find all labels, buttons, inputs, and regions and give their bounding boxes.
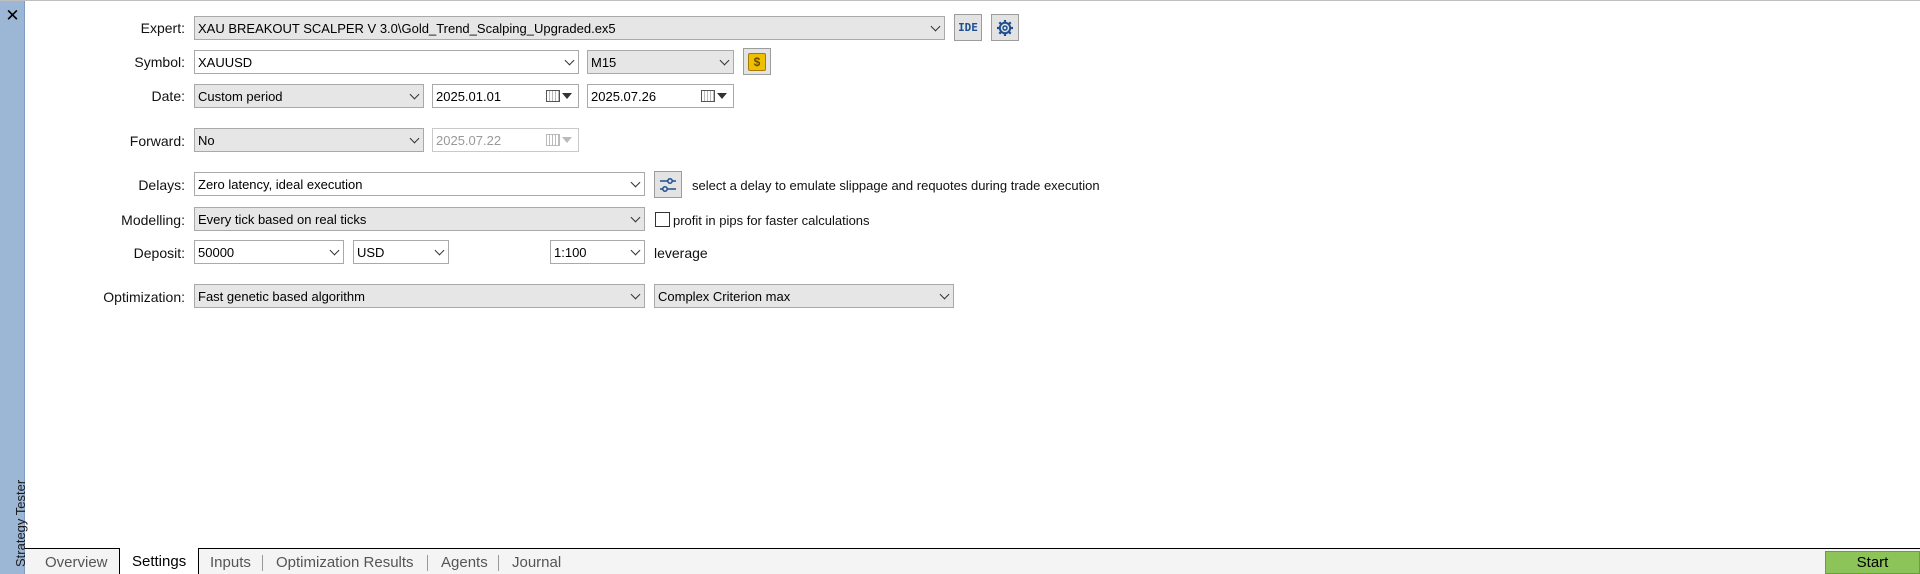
deposit-amount-select[interactable]: 50000	[194, 240, 344, 264]
gear-icon	[997, 19, 1013, 36]
optimization-algorithm-select[interactable]: Fast genetic based algorithm	[194, 284, 645, 308]
calendar-icon	[546, 134, 560, 146]
currency-value: USD	[357, 244, 385, 260]
settings-button[interactable]	[991, 14, 1019, 41]
chevron-down-icon	[325, 241, 343, 263]
tab-separator	[262, 555, 263, 571]
tab-inputs[interactable]: Inputs	[198, 549, 263, 574]
side-strip: ✕ Strategy Tester	[0, 1, 28, 574]
profit-in-pips-label: profit in pips for faster calculations	[673, 213, 870, 228]
sliders-icon	[660, 177, 676, 192]
forward-date-picker: 2025.07.22	[432, 128, 579, 152]
ide-label: IDE	[958, 21, 978, 34]
side-title: Strategy Tester	[2, 447, 28, 567]
profit-in-pips-checkbox[interactable]	[655, 212, 670, 227]
delays-label: Delays:	[138, 177, 185, 193]
chevron-down-icon	[935, 285, 953, 307]
forward-label: Forward:	[129, 133, 185, 149]
delay-settings-button[interactable]	[654, 171, 682, 198]
date-to-picker[interactable]: 2025.07.26	[587, 84, 734, 108]
date-label: Date:	[151, 88, 185, 104]
strategy-tester-panel: ✕ Strategy Tester Expert: XAU BREAKOUT S…	[0, 0, 1920, 574]
expert-label: Expert:	[140, 20, 185, 36]
date-range-select[interactable]: Custom period	[194, 84, 424, 108]
chevron-down-icon	[626, 241, 644, 263]
chevron-down-icon	[626, 285, 644, 307]
chevron-down-icon	[626, 208, 644, 230]
tab-separator	[427, 555, 428, 571]
dropdown-arrow-icon	[562, 93, 572, 99]
leverage-select[interactable]: 1:100	[550, 240, 645, 264]
symbol-label: Symbol:	[134, 54, 185, 70]
optimization-criterion-select[interactable]: Complex Criterion max	[654, 284, 954, 308]
dropdown-arrow-icon	[717, 93, 727, 99]
forward-value: No	[198, 132, 215, 148]
forward-date-value: 2025.07.22	[436, 132, 502, 148]
chevron-down-icon	[430, 241, 448, 263]
deposit-label: Deposit:	[133, 245, 185, 261]
dropdown-arrow-icon	[562, 137, 572, 143]
forward-select[interactable]: No	[194, 128, 424, 152]
date-from-value: 2025.01.01	[436, 88, 502, 104]
calendar-icon	[701, 90, 715, 102]
tab-separator	[498, 555, 499, 571]
start-button[interactable]: Start	[1825, 551, 1920, 574]
chevron-down-icon	[715, 51, 733, 73]
optimization-criterion-value: Complex Criterion max	[658, 288, 791, 304]
symbol-properties-button[interactable]: $	[743, 48, 771, 75]
deposit-amount-value: 50000	[198, 244, 235, 260]
date-to-value: 2025.07.26	[591, 88, 657, 104]
calendar-icon	[546, 90, 560, 102]
currency-select[interactable]: USD	[353, 240, 449, 264]
coin-icon: $	[748, 52, 766, 71]
tab-settings[interactable]: Settings	[119, 548, 200, 574]
tab-optimization-results[interactable]: Optimization Results	[264, 549, 426, 574]
timeframe-value: M15	[591, 54, 617, 70]
optimization-algorithm-value: Fast genetic based algorithm	[198, 288, 365, 304]
date-from-picker[interactable]: 2025.01.01	[432, 84, 579, 108]
optimization-label: Optimization:	[103, 289, 185, 305]
chevron-down-icon	[926, 17, 944, 39]
modelling-label: Modelling:	[121, 212, 185, 228]
timeframe-select[interactable]: M15	[587, 50, 734, 74]
tab-overview[interactable]: Overview	[33, 549, 120, 574]
symbol-value: XAUUSD	[198, 54, 253, 70]
expert-value: XAU BREAKOUT SCALPER V 3.0\Gold_Trend_Sc…	[198, 20, 616, 36]
close-icon[interactable]: ✕	[4, 7, 21, 24]
modelling-select[interactable]: Every tick based on real ticks	[194, 207, 645, 231]
ide-button[interactable]: IDE	[954, 14, 982, 41]
delays-hint: select a delay to emulate slippage and r…	[692, 178, 1100, 193]
bottom-tab-bar: Overview Settings Inputs Optimization Re…	[25, 548, 1920, 574]
chevron-down-icon	[405, 85, 423, 107]
chevron-down-icon	[405, 129, 423, 151]
chevron-down-icon	[560, 51, 578, 73]
delays-value: Zero latency, ideal execution	[198, 176, 363, 192]
chevron-down-icon	[626, 173, 644, 195]
tab-journal[interactable]: Journal	[500, 549, 573, 574]
tab-agents[interactable]: Agents	[429, 549, 500, 574]
leverage-label: leverage	[654, 245, 708, 261]
modelling-value: Every tick based on real ticks	[198, 211, 367, 227]
date-range-value: Custom period	[198, 88, 283, 104]
expert-select[interactable]: XAU BREAKOUT SCALPER V 3.0\Gold_Trend_Sc…	[194, 16, 945, 40]
leverage-value: 1:100	[554, 244, 587, 260]
symbol-select[interactable]: XAUUSD	[194, 50, 579, 74]
delays-select[interactable]: Zero latency, ideal execution	[194, 172, 645, 196]
